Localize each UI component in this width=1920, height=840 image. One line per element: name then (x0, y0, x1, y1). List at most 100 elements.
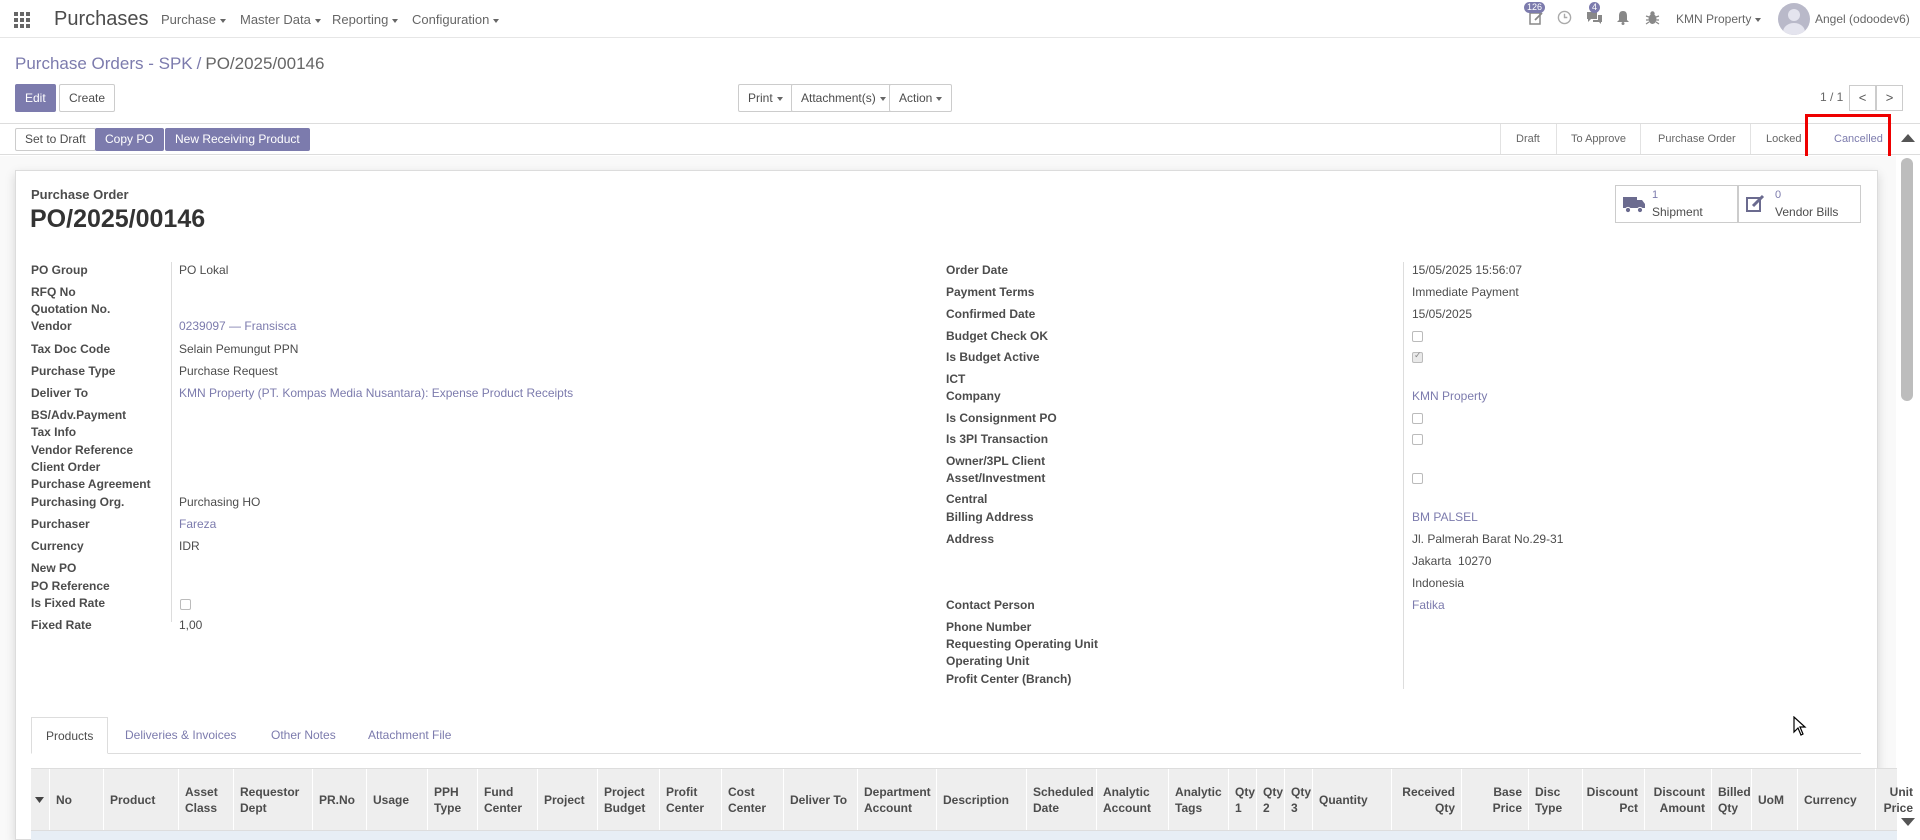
debug-bug-icon[interactable] (1645, 10, 1660, 28)
tab-products[interactable]: Products (31, 717, 109, 754)
deliver-to-value[interactable]: KMN Property (PT. Kompas Media Nusantara… (179, 386, 573, 400)
messages-count-badge: 4 (1589, 2, 1601, 13)
column-description[interactable]: Description (936, 769, 1026, 831)
po-group-label: PO Group (31, 263, 88, 277)
column-fund-center[interactable]: Fund Center (477, 769, 537, 831)
vendor-value[interactable]: 0239097 — Fransisca (179, 319, 296, 333)
column-currency[interactable]: Currency (1797, 769, 1875, 831)
shipment-count: 1 (1652, 189, 1659, 201)
clock-icon[interactable] (1557, 10, 1572, 28)
column-deliver-to[interactable]: Deliver To (783, 769, 857, 831)
rfq-no-label: RFQ No (31, 285, 76, 299)
contact-person-value[interactable]: Fatika (1412, 598, 1445, 612)
currency-value: IDR (179, 539, 200, 553)
column-project[interactable]: Project (537, 769, 597, 831)
column-asset-class[interactable]: Asset Class (178, 769, 233, 831)
user-avatar[interactable] (1778, 3, 1810, 35)
scroll-down-arrow-icon[interactable] (1901, 818, 1915, 826)
tab-attachment-file[interactable]: Attachment File (354, 717, 465, 754)
column-qty-2[interactable]: Qty 2 (1256, 769, 1284, 831)
address-line-1: Jl. Palmerah Barat No.29-31 (1412, 532, 1564, 546)
po-reference-label: PO Reference (31, 579, 110, 593)
is-budget-active-label: Is Budget Active (946, 350, 1040, 364)
column-analytic-tags[interactable]: Analytic Tags (1168, 769, 1228, 831)
breadcrumb-parent[interactable]: Purchase Orders - SPK (15, 54, 193, 73)
menu-purchase[interactable]: Purchase (161, 12, 226, 27)
is-consignment-po-checkbox[interactable] (1412, 413, 1423, 424)
column-analytic-account[interactable]: Analytic Account (1096, 769, 1168, 831)
new-po-label: New PO (31, 561, 77, 575)
set-to-draft-button[interactable]: Set to Draft (15, 128, 96, 151)
asset-investment-checkbox[interactable] (1412, 473, 1423, 484)
copy-po-button[interactable]: Copy PO (95, 128, 164, 151)
stage-locked[interactable]: Locked (1766, 124, 1801, 154)
menu-master-data[interactable]: Master Data (240, 12, 321, 27)
print-dropdown[interactable]: Print (738, 84, 793, 112)
stage-purchase-order[interactable]: Purchase Order (1658, 124, 1736, 154)
shipment-smart-button[interactable]: 1 Shipment (1615, 185, 1738, 223)
column-scheduled-date[interactable]: Scheduled Date (1026, 769, 1096, 831)
column-project-budget[interactable]: Project Budget (597, 769, 659, 831)
asset-investment-label: Asset/Investment (946, 471, 1046, 485)
is-fixed-rate-checkbox[interactable] (180, 599, 191, 610)
budget-check-ok-checkbox[interactable] (1412, 331, 1423, 342)
create-button[interactable]: Create (59, 84, 116, 112)
is-budget-active-checkbox[interactable] (1412, 350, 1423, 363)
profit-center-label: Profit Center (Branch) (946, 672, 1072, 686)
billing-address-value[interactable]: BM PALSEL (1412, 510, 1478, 524)
breadcrumb-current: PO/2025/00146 (205, 54, 325, 73)
stage-to-approve[interactable]: To Approve (1571, 124, 1626, 154)
column-disc-type[interactable]: Disc Type (1528, 769, 1582, 831)
column-base-price[interactable]: Base Price (1461, 769, 1528, 831)
column-cost-center[interactable]: Cost Center (721, 769, 783, 831)
pager-next-button[interactable]: > (1876, 85, 1903, 111)
shipment-label: Shipment (1652, 205, 1703, 219)
activity-count-badge: 126 (1524, 2, 1546, 13)
address-line-2: Jakarta 10270 (1412, 554, 1492, 568)
stage-draft[interactable]: Draft (1516, 124, 1540, 154)
scroll-thumb[interactable] (1901, 158, 1913, 401)
pager-value[interactable]: 1 / 1 (1820, 90, 1843, 104)
edit-button[interactable]: Edit (15, 84, 56, 112)
scroll-up-arrow-icon[interactable] (1901, 134, 1915, 142)
action-dropdown[interactable]: Action (889, 84, 953, 112)
new-receiving-product-button[interactable]: New Receiving Product (165, 128, 310, 151)
bell-icon[interactable] (1616, 10, 1630, 28)
column-no[interactable]: No (49, 769, 103, 831)
client-order-label: Client Order (31, 460, 101, 474)
column-requestor-dept[interactable]: Requestor Dept (233, 769, 312, 831)
tab-deliveries-invoices[interactable]: Deliveries & Invoices (111, 717, 250, 754)
column-discount-pct[interactable]: Discount Pct (1582, 769, 1644, 831)
column-pr-no[interactable]: PR.No (312, 769, 366, 831)
tab-other-notes[interactable]: Other Notes (257, 717, 350, 754)
column-billed-qty[interactable]: Billed Qty (1711, 769, 1751, 831)
menu-reporting[interactable]: Reporting (332, 12, 398, 27)
order-lines-body (31, 830, 1897, 840)
user-menu[interactable]: Angel (odoodev6) (1815, 12, 1910, 26)
apps-menu-icon[interactable] (14, 12, 30, 28)
is-3pl-transaction-checkbox[interactable] (1412, 434, 1423, 445)
page-scrollbar[interactable] (1897, 130, 1917, 840)
company-switcher[interactable]: KMN Property (1676, 12, 1761, 26)
is-consignment-po-label: Is Consignment PO (946, 411, 1057, 425)
column-pph-type[interactable]: PPH Type (427, 769, 477, 831)
column-qty-3[interactable]: Qty 3 (1284, 769, 1312, 831)
column-discount-amount[interactable]: Discount Amount (1644, 769, 1711, 831)
column-qty-1[interactable]: Qty 1 (1228, 769, 1256, 831)
menu-configuration[interactable]: Configuration (412, 12, 499, 27)
vendor-bills-smart-button[interactable]: 0 Vendor Bills (1738, 185, 1861, 223)
collapse-chevron-icon[interactable] (31, 769, 49, 831)
column-product[interactable]: Product (103, 769, 178, 831)
column-quantity[interactable]: Quantity (1312, 769, 1391, 831)
column-usage[interactable]: Usage (366, 769, 427, 831)
pager-previous-button[interactable]: < (1849, 85, 1876, 111)
attachments-dropdown[interactable]: Attachment(s) (791, 84, 896, 112)
quotation-no-label: Quotation No. (31, 302, 111, 316)
company-value[interactable]: KMN Property (1412, 389, 1487, 403)
purchaser-value[interactable]: Fareza (179, 517, 216, 531)
column-received-qty[interactable]: Received Qty (1391, 769, 1461, 831)
column-department-account[interactable]: Department Account (857, 769, 936, 831)
column-profit-center[interactable]: Profit Center (659, 769, 721, 831)
column-uom[interactable]: UoM (1751, 769, 1797, 831)
top-navbar: Purchases Purchase Master Data Reporting… (0, 0, 1920, 38)
